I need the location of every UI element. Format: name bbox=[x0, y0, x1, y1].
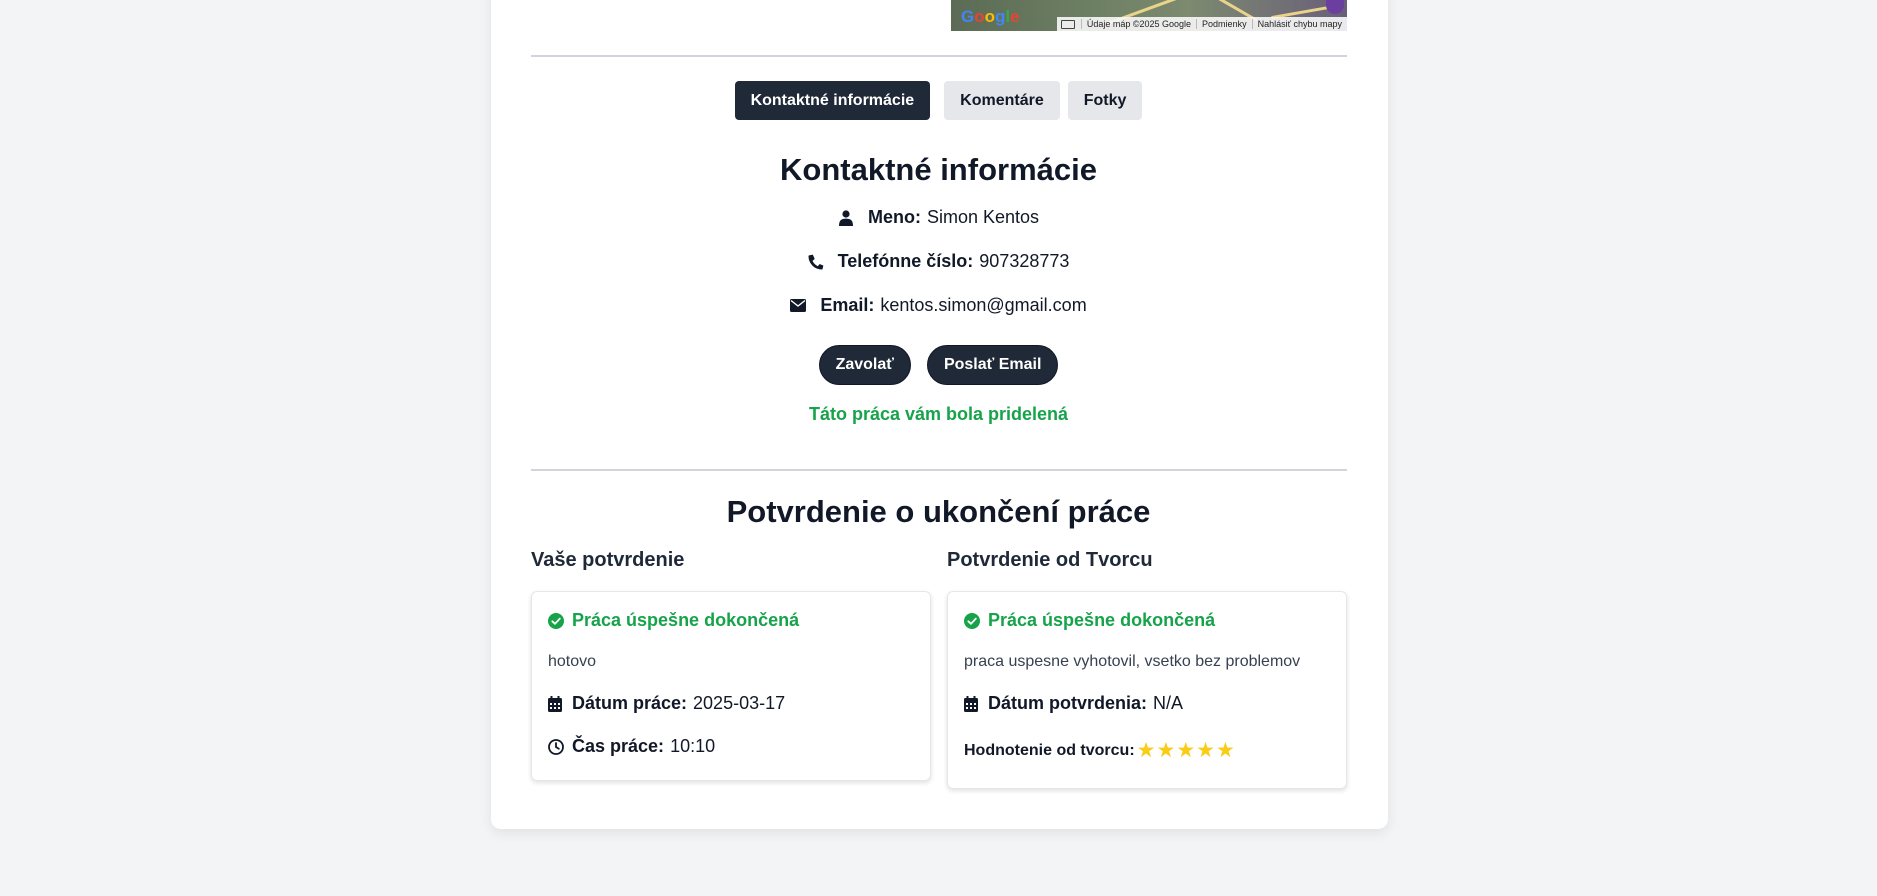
map-attribution: Údaje máp ©2025 Google Podmienky Nahlási… bbox=[1056, 17, 1347, 31]
tab-photos[interactable]: Fotky bbox=[1067, 81, 1143, 120]
your-status: Práca úspešne dokončená bbox=[548, 610, 914, 631]
name-value: Simon Kentos bbox=[926, 207, 1040, 227]
confirmation-heading: Potvrdenie o ukončení práce bbox=[726, 494, 1151, 529]
envelope-icon bbox=[790, 298, 807, 314]
creator-date-row: Dátum potvrdenia: N/A bbox=[964, 693, 1330, 714]
map-terms-link[interactable]: Podmienky bbox=[1196, 19, 1252, 29]
star-icon: ★ bbox=[1215, 739, 1235, 762]
call-button[interactable]: Zavolať bbox=[818, 345, 911, 385]
your-date-label: Dátum práce: bbox=[572, 693, 688, 713]
your-date-value: 2025-03-17 bbox=[693, 693, 786, 713]
rating-label: Hodnotenie od tvorcu: bbox=[964, 741, 1135, 759]
rating-stars: ★ ★ ★ ★ ★ bbox=[1137, 740, 1236, 761]
divider bbox=[531, 469, 1347, 471]
google-logo[interactable]: Google bbox=[961, 7, 1020, 27]
send-email-button[interactable]: Poslať Email bbox=[926, 345, 1059, 385]
tab-contact-info[interactable]: Kontaktné informácie bbox=[734, 81, 931, 120]
your-date-row: Dátum práce: 2025-03-17 bbox=[548, 693, 914, 714]
map-report-link[interactable]: Nahlásiť chybu mapy bbox=[1251, 19, 1347, 29]
check-circle-icon bbox=[964, 612, 980, 629]
assigned-notice: Táto práca vám bola pridelená bbox=[808, 404, 1069, 424]
your-time-value: 10:10 bbox=[670, 736, 716, 756]
contact-heading: Kontaktné informácie bbox=[780, 152, 1097, 187]
keyboard-icon[interactable] bbox=[1060, 19, 1075, 29]
star-icon: ★ bbox=[1196, 739, 1215, 762]
name-label: Meno: bbox=[867, 207, 921, 227]
creator-note: praca uspesne vyhotovil, vsetko bez prob… bbox=[964, 653, 1301, 670]
tab-comments[interactable]: Komentáre bbox=[944, 81, 1060, 120]
contact-phone-row: Telefónne číslo: 907328773 bbox=[0, 251, 1877, 272]
calendar-icon bbox=[548, 695, 564, 712]
creator-date-value: N/A bbox=[1153, 693, 1184, 713]
creator-status: Práca úspešne dokončená bbox=[964, 610, 1330, 631]
email-value: kentos.simon@gmail.com bbox=[880, 295, 1087, 315]
creator-confirmation-card: Práca úspešne dokončená praca uspesne vy… bbox=[947, 591, 1347, 789]
phone-icon bbox=[808, 254, 824, 270]
star-icon: ★ bbox=[1176, 739, 1196, 762]
tab-bar: Kontaktné informácie Komentáre Fotky bbox=[0, 81, 1877, 120]
your-confirmation-title: Vaše potvrdenie bbox=[531, 549, 685, 571]
check-circle-icon bbox=[548, 612, 564, 629]
clock-icon bbox=[548, 738, 564, 755]
your-time-label: Čas práce: bbox=[572, 736, 665, 756]
your-confirmation-card: Práca úspešne dokončená hotovo Dátum prá… bbox=[531, 591, 931, 781]
calendar-icon bbox=[964, 695, 980, 712]
contact-name-row: Meno: Simon Kentos bbox=[0, 207, 1877, 228]
contact-actions: Zavolať Poslať Email bbox=[0, 345, 1877, 385]
map-view[interactable]: Google Údaje máp ©2025 Google Podmienky … bbox=[951, 0, 1347, 31]
contact-email-row: Email: kentos.simon@gmail.com bbox=[0, 295, 1877, 316]
map-marker-icon[interactable] bbox=[1326, 0, 1344, 14]
email-label: Email: bbox=[820, 295, 875, 315]
creator-rating-row: Hodnotenie od tvorcu: ★ ★ ★ ★ ★ bbox=[964, 740, 1330, 761]
map-data-credit: Údaje máp ©2025 Google bbox=[1080, 19, 1196, 29]
user-icon bbox=[838, 209, 854, 226]
phone-label: Telefónne číslo: bbox=[837, 251, 974, 271]
your-note: hotovo bbox=[548, 653, 597, 670]
creator-date-label: Dátum potvrdenia: bbox=[988, 693, 1148, 713]
star-icon: ★ bbox=[1136, 739, 1156, 762]
divider bbox=[531, 55, 1347, 57]
creator-status-text: Práca úspešne dokončená bbox=[988, 610, 1216, 630]
your-time-row: Čas práce: 10:10 bbox=[548, 736, 914, 757]
your-status-text: Práca úspešne dokončená bbox=[572, 610, 800, 630]
star-icon: ★ bbox=[1156, 739, 1176, 762]
creator-confirmation-title: Potvrdenie od Tvorcu bbox=[947, 549, 1153, 571]
phone-value: 907328773 bbox=[979, 251, 1070, 271]
